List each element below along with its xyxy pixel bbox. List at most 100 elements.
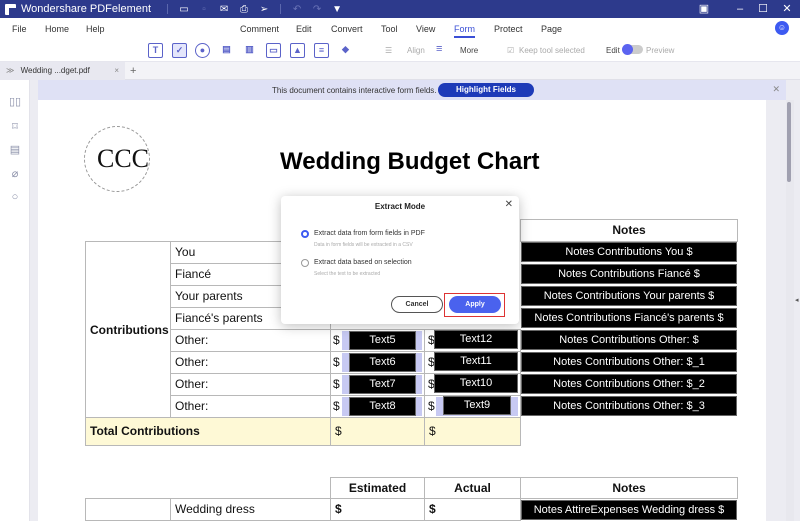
- contributions-group-label: Contributions: [85, 241, 171, 418]
- title-bar: Wondershare PDFelement ▭ ▫ ✉ ⎙ ➢ ↶ ↷ ▼: [0, 0, 800, 18]
- vertical-scrollbar[interactable]: [786, 100, 794, 521]
- dropdown-icon[interactable]: ▼: [327, 4, 347, 15]
- option-selection-label[interactable]: Extract data based on selection: [314, 259, 412, 266]
- cancel-button[interactable]: Cancel: [391, 296, 443, 313]
- contribution-row-label: Other:: [170, 395, 331, 418]
- text-field-icon[interactable]: T: [148, 43, 163, 58]
- option-form-fields-radio[interactable]: [301, 230, 309, 238]
- combo-box-icon[interactable]: ▤: [219, 43, 234, 58]
- option-form-fields-label[interactable]: Extract data from form fields in PDF: [314, 230, 425, 237]
- total-actual-cell[interactable]: $: [424, 417, 521, 446]
- maximize-button[interactable]: ☐: [752, 0, 774, 18]
- tab-label: Wedding ...dget.pdf: [20, 66, 90, 75]
- align-label: Align: [407, 46, 425, 55]
- expense-row-label: Wedding dress: [170, 498, 331, 521]
- mail-icon[interactable]: ✉: [214, 4, 234, 15]
- attachment-icon[interactable]: ⌀: [8, 167, 22, 181]
- edit-preview-toggle[interactable]: [622, 44, 643, 55]
- collapse-right-arrow-icon[interactable]: ◂: [795, 296, 799, 304]
- menu-edit[interactable]: Edit: [296, 24, 312, 34]
- total-estimated-cell[interactable]: $: [330, 417, 425, 446]
- tab-bar: ≫ Wedding ...dget.pdf × +: [0, 62, 800, 80]
- actual-text-field[interactable]: Text9: [443, 396, 511, 415]
- comments-icon[interactable]: ▤: [8, 143, 22, 157]
- distribute-icon[interactable]: ≡: [436, 43, 442, 55]
- menu-home[interactable]: Home: [45, 24, 69, 34]
- actual-header: Actual: [424, 477, 521, 499]
- button-field-icon[interactable]: ▭: [266, 43, 281, 58]
- actual-text-field[interactable]: Text11: [434, 352, 518, 371]
- dialog-close-icon[interactable]: ✕: [505, 199, 513, 210]
- menu-tool[interactable]: Tool: [381, 24, 398, 34]
- menu-file[interactable]: File: [12, 24, 27, 34]
- save-icon[interactable]: ▫: [194, 4, 214, 15]
- close-tab-icon[interactable]: ×: [114, 62, 119, 80]
- menu-bar: File Home Help Comment Edit Convert Tool…: [0, 18, 800, 40]
- menu-protect[interactable]: Protect: [494, 24, 523, 34]
- preview-label: Preview: [646, 46, 675, 55]
- image-field-icon[interactable]: ▲: [290, 43, 305, 58]
- menu-page[interactable]: Page: [541, 24, 562, 34]
- list-box-icon[interactable]: ▥: [242, 43, 257, 58]
- menu-convert[interactable]: Convert: [331, 24, 363, 34]
- logo-monogram: CCC: [97, 144, 150, 173]
- menu-comment[interactable]: Comment: [240, 24, 279, 34]
- menu-view[interactable]: View: [416, 24, 435, 34]
- edit-label: Edit: [606, 46, 620, 55]
- expense-actual-cell[interactable]: $: [424, 498, 521, 521]
- user-avatar-icon[interactable]: ☺: [775, 21, 789, 35]
- radio-button-icon[interactable]: ●: [195, 43, 210, 58]
- checkbox-icon[interactable]: ✓: [172, 43, 187, 58]
- estimated-text-field[interactable]: Text8: [349, 397, 416, 416]
- collapse-icon[interactable]: ≫: [6, 66, 14, 75]
- estimated-text-field[interactable]: Text6: [349, 353, 416, 372]
- notes-field[interactable]: Notes Contributions Other: $_2: [521, 374, 737, 394]
- actual-text-field[interactable]: Text10: [434, 374, 518, 393]
- feedback-icon[interactable]: ▣: [693, 0, 715, 18]
- notes-field[interactable]: Notes Contributions Fiancé's parents $: [521, 308, 737, 328]
- form-toolbar: T ✓ ● ▤ ▥ ▭ ▲ ≡ ◆ ☰ Align ≡ More ☑ Keep …: [0, 40, 800, 62]
- document-title: Wedding Budget Chart: [280, 148, 540, 175]
- search-icon[interactable]: ○: [8, 190, 22, 204]
- print-icon[interactable]: ⎙: [234, 4, 254, 15]
- minimize-button[interactable]: –: [729, 0, 751, 18]
- notes-field[interactable]: Notes Contributions Other: $_3: [521, 396, 737, 416]
- estimated-text-field[interactable]: Text7: [349, 375, 416, 394]
- keep-tool-checkbox[interactable]: ☑: [507, 46, 514, 55]
- close-button[interactable]: ✕: [776, 0, 798, 18]
- bookmark-icon[interactable]: ⌑: [8, 120, 22, 134]
- currency-symbol: $: [333, 355, 340, 369]
- share-icon[interactable]: ➢: [254, 4, 274, 15]
- notes-field[interactable]: Notes Contributions Fiancé $: [521, 264, 737, 284]
- expense-notes-field[interactable]: Notes AttireExpenses Wedding dress $: [521, 500, 737, 520]
- signature-field-icon[interactable]: ≡: [314, 43, 329, 58]
- form-fields-banner: This document contains interactive form …: [38, 80, 786, 100]
- estimated-text-field[interactable]: Text5: [349, 331, 416, 350]
- notes-field[interactable]: Notes Contributions Other: $: [521, 330, 737, 350]
- redo-icon[interactable]: ↷: [307, 4, 327, 15]
- thumbnails-icon[interactable]: ▯▯: [8, 95, 22, 109]
- close-banner-icon[interactable]: ✕: [772, 84, 780, 95]
- undo-icon[interactable]: ↶: [287, 4, 307, 15]
- expense-estimated-cell[interactable]: $: [330, 498, 425, 521]
- apply-highlight-box: [444, 293, 505, 317]
- notes-field[interactable]: Notes Contributions You $: [521, 242, 737, 262]
- document-tab[interactable]: ≫ Wedding ...dget.pdf ×: [0, 62, 125, 80]
- highlight-fields-button[interactable]: Highlight Fields: [438, 83, 534, 97]
- option-selection-radio[interactable]: [301, 259, 309, 267]
- scrollbar-thumb[interactable]: [787, 102, 791, 182]
- more-button[interactable]: More: [460, 46, 478, 55]
- contribution-row-label: Other:: [170, 329, 331, 352]
- menu-form[interactable]: Form: [454, 24, 475, 38]
- folder-icon[interactable]: ▭: [174, 4, 194, 15]
- notes-field[interactable]: Notes Contributions Other: $_1: [521, 352, 737, 372]
- currency-symbol: $: [333, 377, 340, 391]
- app-title: Wondershare PDFelement: [21, 3, 152, 15]
- actual-text-field[interactable]: Text12: [434, 330, 518, 349]
- currency-symbol: $: [428, 399, 435, 413]
- menu-help[interactable]: Help: [86, 24, 105, 34]
- new-tab-button[interactable]: +: [130, 62, 136, 80]
- option-selection-desc: Select the text to be extracted: [314, 271, 381, 277]
- eraser-icon[interactable]: ◆: [338, 43, 353, 58]
- notes-field[interactable]: Notes Contributions Your parents $: [521, 286, 737, 306]
